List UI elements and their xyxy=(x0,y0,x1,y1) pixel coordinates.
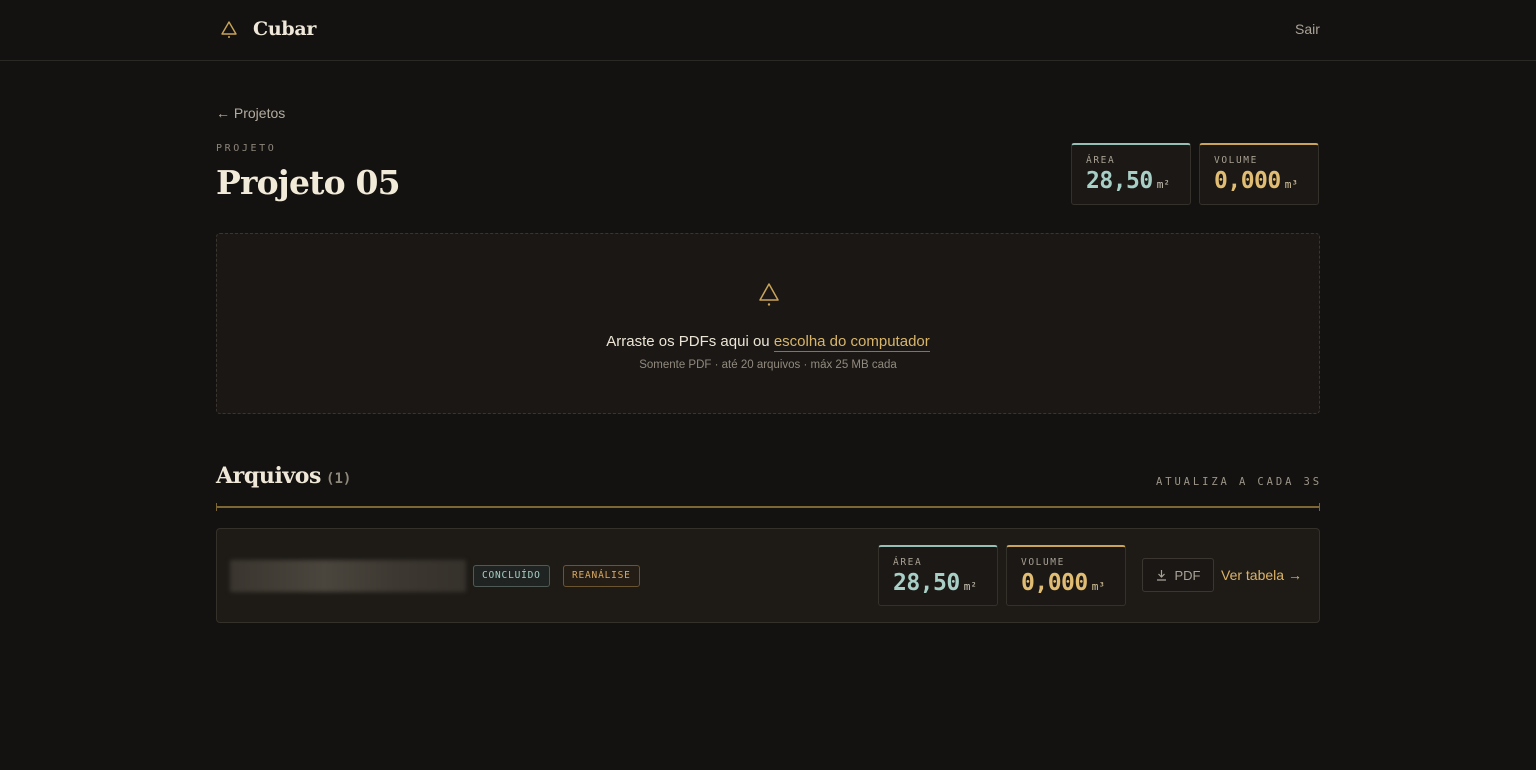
area-label: ÁREA xyxy=(1086,155,1116,166)
pdf-dropzone[interactable]: Arraste os PDFs aqui ou escolha do compu… xyxy=(216,233,1320,414)
area-unit: m² xyxy=(1156,178,1170,191)
download-icon xyxy=(1156,570,1166,581)
download-pdf-button[interactable]: PDF xyxy=(1142,558,1214,592)
project-volume-stat: VOLUME 0,000 m³ xyxy=(1199,143,1319,205)
file-volume-stat: VOLUME 0,000 m³ xyxy=(1006,545,1126,606)
project-area-stat: ÁREA 28,50 m² xyxy=(1071,143,1191,205)
dropzone-hint: Somente PDF · até 20 arquivos · máx 25 M… xyxy=(639,359,897,371)
section-divider xyxy=(216,503,1320,511)
upload-triangle-icon xyxy=(759,283,779,306)
top-bar: Cubar Sair xyxy=(0,0,1536,61)
file-volume-unit: m³ xyxy=(1091,580,1105,593)
dropzone-text: Arraste os PDFs aqui ou escolha do compu… xyxy=(217,333,1319,352)
file-volume-label: VOLUME xyxy=(1021,557,1065,568)
pdf-button-label: PDF xyxy=(1174,567,1201,583)
file-area-label: ÁREA xyxy=(893,557,923,568)
file-volume-value: 0,000 xyxy=(1021,570,1088,596)
files-section-title: Arquivos (1) xyxy=(216,463,351,489)
dropzone-instruction: Arraste os PDFs aqui ou xyxy=(606,333,770,350)
logo-triangle-icon xyxy=(221,21,237,38)
volume-unit: m³ xyxy=(1284,178,1298,191)
status-badge: CONCLUÍDO xyxy=(473,565,550,587)
brand[interactable]: Cubar xyxy=(219,18,316,40)
file-area-unit: m² xyxy=(963,580,977,593)
page-title: Projeto 05 xyxy=(216,163,401,202)
volume-label: VOLUME xyxy=(1214,155,1258,166)
area-value: 28,50 xyxy=(1086,168,1153,194)
volume-value: 0,000 xyxy=(1214,168,1281,194)
view-table-link[interactable]: Ver tabela → xyxy=(1221,567,1302,583)
file-area-value: 28,50 xyxy=(893,570,960,596)
page-eyebrow: PROJETO xyxy=(216,143,277,154)
refresh-note: ATUALIZA A CADA 3S xyxy=(1156,476,1322,488)
files-title: Arquivos xyxy=(216,463,322,489)
file-row: CONCLUÍDO REANÁLISE ÁREA 28,50 m² VOLUME … xyxy=(216,528,1320,623)
reanalysis-badge: REANÁLISE xyxy=(563,565,640,587)
files-count: (1) xyxy=(326,471,352,487)
back-to-projects-link[interactable]: ← Projetos xyxy=(216,105,285,121)
file-name-redacted xyxy=(230,560,466,592)
choose-file-link[interactable]: escolha do computador xyxy=(773,333,930,352)
file-area-stat: ÁREA 28,50 m² xyxy=(878,545,998,606)
logout-link[interactable]: Sair xyxy=(1295,21,1320,37)
app-name: Cubar xyxy=(253,18,317,40)
